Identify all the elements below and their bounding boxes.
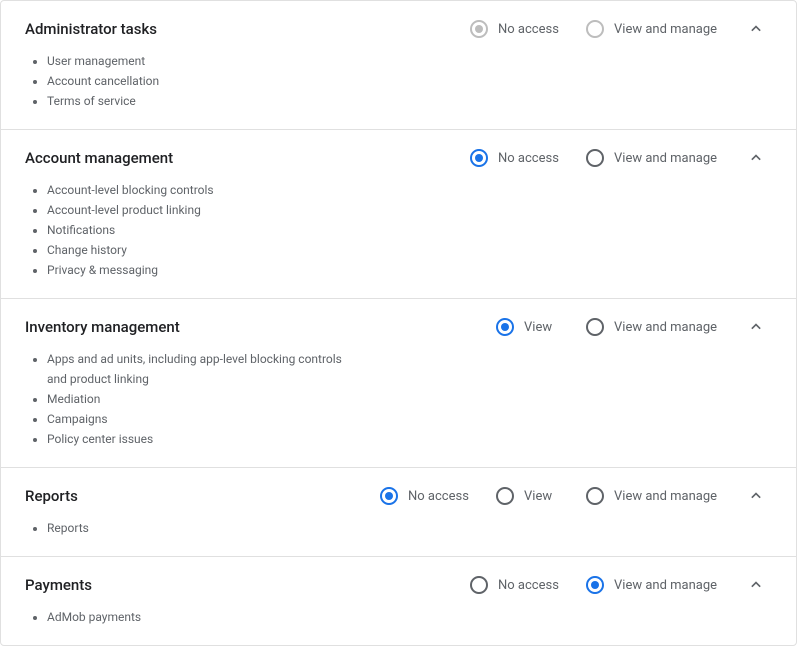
option-view-manage[interactable]: View and manage <box>582 487 736 505</box>
radio-icon <box>586 487 604 505</box>
section-admin: Administrator tasks User managementAccoun… <box>1 1 796 130</box>
bullet-item: Campaigns <box>47 409 343 429</box>
bullet-item: Privacy & messaging <box>47 260 343 280</box>
option-label: No access <box>498 22 559 37</box>
bullet-item: Policy center issues <box>47 429 343 449</box>
bullet-item: Account-level product linking <box>47 200 343 220</box>
chevron-up-icon[interactable] <box>736 317 776 337</box>
section-account: Account management Account-level blocking… <box>1 130 796 299</box>
section-title: Payments <box>25 575 343 595</box>
radio-icon <box>496 318 514 336</box>
section-title: Inventory management <box>25 317 343 337</box>
bullet-item: User management <box>47 51 343 71</box>
option-view[interactable]: View <box>492 318 582 336</box>
option-label: View and manage <box>614 489 717 504</box>
section-left: Payments AdMob payments <box>25 575 355 627</box>
radio-icon <box>586 20 604 38</box>
option-label: View <box>524 320 552 335</box>
chevron-up-icon[interactable] <box>736 486 776 506</box>
section-title: Account management <box>25 148 343 168</box>
section-options: View View and manage <box>355 317 776 337</box>
radio-icon <box>380 487 398 505</box>
radio-icon <box>496 487 514 505</box>
bullet-item: Mediation <box>47 389 343 409</box>
radio-icon <box>470 149 488 167</box>
section-bullets: Account-level blocking controlsAccount-l… <box>25 180 343 280</box>
section-bullets: AdMob payments <box>25 607 343 627</box>
chevron-up-icon[interactable] <box>736 575 776 595</box>
section-bullets: User managementAccount cancellationTerms… <box>25 51 343 111</box>
option-label: No access <box>498 578 559 593</box>
bullet-item: Change history <box>47 240 343 260</box>
option-label: No access <box>408 489 469 504</box>
section-title: Reports <box>25 486 343 506</box>
bullet-item: Apps and ad units, including app-level b… <box>47 349 343 389</box>
option-label: View and manage <box>614 22 717 37</box>
section-left: Account management Account-level blocking… <box>25 148 355 280</box>
section-inventory: Inventory management Apps and ad units, i… <box>1 299 796 468</box>
section-left: Administrator tasks User managementAccoun… <box>25 19 355 111</box>
section-payments: Payments AdMob payments No access View and … <box>1 557 796 645</box>
radio-icon <box>586 576 604 594</box>
section-title: Administrator tasks <box>25 19 343 39</box>
radio-icon <box>586 149 604 167</box>
section-bullets: Apps and ad units, including app-level b… <box>25 349 343 449</box>
option-no-access[interactable]: No access <box>466 149 582 167</box>
option-label: View and manage <box>614 578 717 593</box>
option-no-access: No access <box>466 20 582 38</box>
section-options: No access View and manage <box>355 575 776 595</box>
option-label: View <box>524 489 552 504</box>
option-view[interactable]: View <box>492 487 582 505</box>
section-options: No access View and manage <box>355 19 776 39</box>
option-no-access[interactable]: No access <box>466 576 582 594</box>
section-reports: Reports Reports No access View View and mana… <box>1 468 796 557</box>
section-left: Reports Reports <box>25 486 355 538</box>
radio-icon <box>470 576 488 594</box>
radio-icon <box>586 318 604 336</box>
chevron-up-icon[interactable] <box>736 148 776 168</box>
section-bullets: Reports <box>25 518 343 538</box>
bullet-item: AdMob payments <box>47 607 343 627</box>
option-label: View and manage <box>614 320 717 335</box>
bullet-item: Terms of service <box>47 91 343 111</box>
section-left: Inventory management Apps and ad units, i… <box>25 317 355 449</box>
bullet-item: Account cancellation <box>47 71 343 91</box>
section-options: No access View and manage <box>355 148 776 168</box>
option-no-access[interactable]: No access <box>376 487 492 505</box>
option-label: View and manage <box>614 151 717 166</box>
chevron-up-icon[interactable] <box>736 19 776 39</box>
option-view-manage: View and manage <box>582 20 736 38</box>
section-options: No access View View and manage <box>355 486 776 506</box>
bullet-item: Notifications <box>47 220 343 240</box>
option-view-manage[interactable]: View and manage <box>582 149 736 167</box>
option-label: No access <box>498 151 559 166</box>
option-view-manage[interactable]: View and manage <box>582 576 736 594</box>
bullet-item: Reports <box>47 518 343 538</box>
option-view-manage[interactable]: View and manage <box>582 318 736 336</box>
bullet-item: Account-level blocking controls <box>47 180 343 200</box>
radio-icon <box>470 20 488 38</box>
permissions-panel: Administrator tasksUser managementAccoun… <box>0 0 797 646</box>
